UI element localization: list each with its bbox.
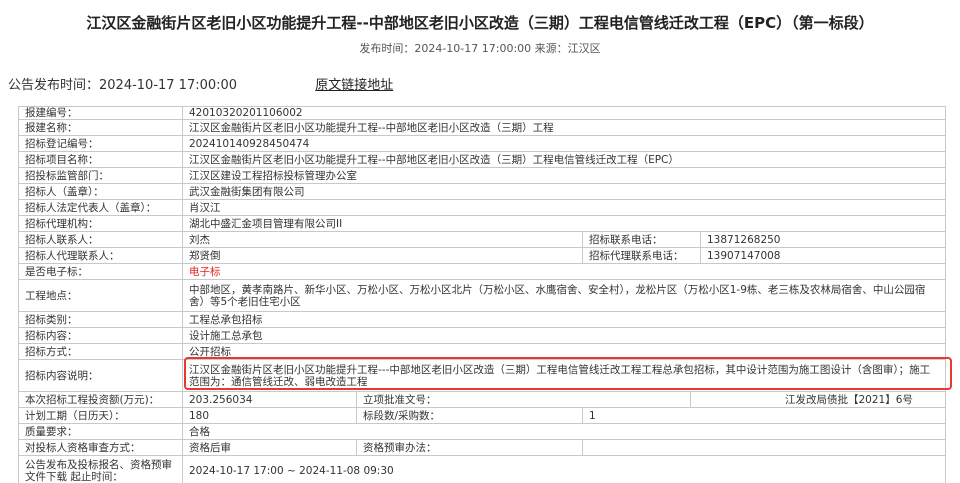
field-label: 对投标人资格审查方式： [18,439,183,456]
location-value: 中部地区，黄孝南路片、新华小区、万松小区、万松小区北片（万松小区、水鹰宿舍、安全… [181,279,947,312]
field-label: 报建名称： [18,119,183,136]
field-label: 计划工期（日历天）： [18,407,183,424]
qualification-value: 资格后审 [182,439,357,456]
table-row: 招投标监管部门： 江汉区建设工程招标投标管理办公室 [18,167,947,184]
table-row: 本次招标工程投资额(万元)： 203.256034 立项批准文号： 江发改局债批… [18,391,947,408]
duration-value: 180 [182,407,357,424]
page-title: 江汉区金融街片区老旧小区功能提升工程--中部地区老旧小区改造（三期）工程电信管线… [86,14,874,32]
table-row: 报建编号： 42010320201106002 [18,106,947,120]
project-name-value: 江汉区金融街片区老旧小区功能提升工程--中部地区老旧小区改造（三期）工程电信管线… [181,151,947,168]
publish-time: 公告发布时间：2024-10-17 17:00:00 [8,78,238,93]
supervisor-value: 江汉区建设工程招标投标管理办公室 [181,167,947,184]
field-label: 招投标监管部门： [18,167,183,184]
table-row: 招标内容说明： 江汉区金融街片区老旧小区功能提升工程---中部地区老旧小区改造（… [18,359,947,392]
table-row: 报建名称： 江汉区金融街片区老旧小区功能提升工程--中部地区老旧小区改造（三期）… [18,119,947,136]
table-row: 招标人代理联系人： 郑贤倒 招标代理联系电话： 13907147008 [18,247,947,264]
legal-rep-value: 肖汉江 [181,199,947,216]
field-label: 招标人代理联系人： [18,247,183,264]
agent-phone-value: 13907147008 [699,247,947,264]
tender-info-table: 报建编号： 42010320201106002 报建名称： 江汉区金融街片区老旧… [18,106,947,483]
field-label: 招标人联系人： [18,231,183,248]
field-label: 招标人（盖章）： [18,183,183,200]
field-label: 工程地点： [18,279,183,312]
reg-no-value: 202410140928450474 [181,135,947,152]
contact-value: 刘杰 [182,231,583,248]
table-row: 招标方式： 公开招标 [18,343,947,360]
publish-meta: 发布时间：2024-10-17 17:00:00 来源：江汉区 [359,42,601,55]
table-row: 招标内容： 设计施工总承包 [18,327,947,344]
field-label: 招标登记编号： [18,135,183,152]
field-label: 招标联系电话： [582,231,701,248]
field-label: 招标人法定代表人（盖章）： [18,199,183,216]
quality-value: 合格 [181,423,947,440]
description-value: 江汉区金融街片区老旧小区功能提升工程---中部地区老旧小区改造（三期）工程电信管… [181,359,947,392]
agency-value: 湖北中盛汇金项目管理有限公司II [181,215,947,232]
period-value: 2024-10-17 17:00 ~ 2024-11-08 09:30 [181,455,947,483]
table-row: 招标登记编号： 202410140928450474 [18,135,947,152]
sections-value: 1 [581,407,947,424]
table-row: 是否电子标： 电子标 [18,263,947,280]
publish-line: 公告发布时间：2024-10-17 17:00:00 原文链接地址 [8,74,393,93]
field-label: 招标方式： [18,343,183,360]
field-label: 资格预审办法： [356,439,583,456]
electronic-value: 电子标 [181,263,947,280]
report-no-value: 42010320201106002 [181,106,947,120]
agent-contact-value: 郑贤倒 [182,247,583,264]
table-row: 招标人法定代表人（盖章）： 肖汉江 [18,199,947,216]
table-row: 招标项目名称： 江汉区金融街片区老旧小区功能提升工程--中部地区老旧小区改造（三… [18,151,947,168]
table-row: 计划工期（日历天）： 180 标段数/采购数： 1 [18,407,947,424]
report-name-value: 江汉区金融街片区老旧小区功能提升工程--中部地区老旧小区改造（三期）工程 [181,119,947,136]
investment-value: 203.256034 [182,391,357,408]
contact-phone-value: 13871268250 [699,231,947,248]
field-label: 是否电子标： [18,263,183,280]
field-label: 标段数/采购数： [356,407,583,424]
original-link[interactable]: 原文链接地址 [315,78,393,93]
field-label: 报建编号： [18,106,183,120]
field-label: 招标项目名称： [18,151,183,168]
content-value: 设计施工总承包 [181,327,947,344]
tenderer-value: 武汉金融街集团有限公司 [181,183,947,200]
field-label: 招标代理联系电话： [582,247,701,264]
field-label: 质量要求： [18,423,183,440]
field-label: 本次招标工程投资额(万元)： [18,391,183,408]
table-row: 招标人（盖章）： 武汉金融街集团有限公司 [18,183,947,200]
table-row: 招标类别： 工程总承包招标 [18,311,947,328]
table-row: 招标代理机构： 湖北中盛汇金项目管理有限公司II [18,215,947,232]
field-label: 招标代理机构： [18,215,183,232]
field-label: 立项批准文号： [356,391,691,408]
table-row: 招标人联系人： 刘杰 招标联系电话： 13871268250 [18,231,947,248]
table-row: 工程地点： 中部地区，黄孝南路片、新华小区、万松小区、万松小区北片（万松小区、水… [18,279,947,312]
field-label: 招标内容： [18,327,183,344]
prequal-value [581,439,947,456]
table-row: 对投标人资格审查方式： 资格后审 资格预审办法： [18,439,947,456]
field-label: 招标类别： [18,311,183,328]
category-value: 工程总承包招标 [181,311,947,328]
field-label: 招标内容说明： [18,359,183,392]
field-label: 公告发布及投标报名、资格预审文件下载 起止时间： [18,455,183,483]
method-value: 公开招标 [181,343,947,360]
table-row: 公告发布及投标报名、资格预审文件下载 起止时间： 2024-10-17 17:0… [18,455,947,483]
approval-value: 江发改局债批【2021】6号 [689,391,947,408]
table-row: 质量要求： 合格 [18,423,947,440]
